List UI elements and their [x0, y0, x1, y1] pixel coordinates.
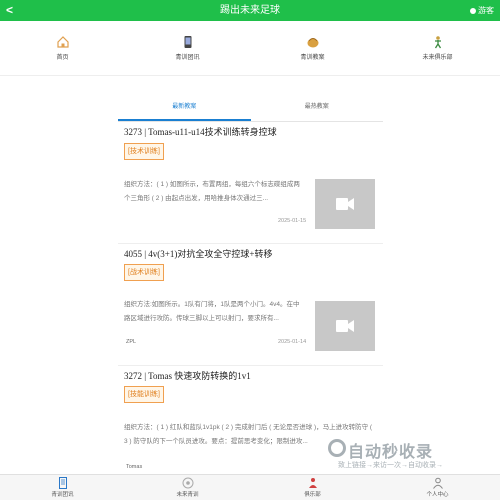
- card-title: 4055 | 4v(3+1)对抗全攻全守控球+转移: [124, 249, 273, 259]
- user-icon: [432, 477, 443, 489]
- list-item[interactable]: 3273 | Tomas-u11-u14技术训练转身控球 [技术训练] 组织方法…: [118, 122, 383, 244]
- card-title: 3273 | Tomas-u11-u14技术训练转身控球: [124, 127, 277, 137]
- video-icon: [336, 320, 354, 332]
- home-icon: [56, 36, 69, 48]
- ball-icon: [182, 477, 193, 489]
- category-badge: [战术训练]: [124, 264, 164, 281]
- bottom-tab-label: 俱乐部: [304, 492, 321, 498]
- bottom-tab-label: 个人中心: [426, 492, 449, 498]
- tab-hottest[interactable]: 最热教案: [251, 94, 384, 121]
- bottom-tab-label: 青训团讯: [51, 492, 74, 498]
- list-item[interactable]: 4055 | 4v(3+1)对抗全攻全守控球+转移 [战术训练] 组织方法:如图…: [118, 244, 383, 366]
- watermark: 自动秒收录 致上链接→来访一次→自动收录→: [328, 438, 488, 476]
- plan-tabs: 最新教案 最热教案: [118, 94, 383, 122]
- bottom-tab-club[interactable]: 俱乐部: [250, 475, 375, 500]
- category-nav: 首页 青训团讯 青训教案 未来俱乐部: [0, 21, 500, 76]
- video-thumbnail[interactable]: [315, 179, 375, 229]
- nav-item-label: 青训教案: [300, 55, 325, 61]
- bottom-tab-news[interactable]: 青训团讯: [0, 475, 125, 500]
- bottom-tab-profile[interactable]: 个人中心: [375, 475, 500, 500]
- bottom-tab-label: 未来青训: [176, 492, 199, 498]
- nav-item-home[interactable]: 首页: [0, 21, 125, 75]
- player-icon: [434, 36, 441, 49]
- nav-item-club[interactable]: 未来俱乐部: [375, 21, 500, 75]
- phone-icon: [184, 36, 191, 48]
- nav-item-label: 未来俱乐部: [422, 55, 453, 61]
- user-icon: [470, 7, 476, 14]
- page-title: 踢出未来足球: [220, 5, 280, 16]
- top-bar: < 踢出未来足球 游客: [0, 0, 500, 21]
- doc-icon: [58, 477, 67, 489]
- guest-button[interactable]: 游客: [470, 0, 494, 21]
- card-description: 组织方法：( 1 ) 如图所示，布置两组，每组六个标志碟组成两个三角形 ( 2 …: [124, 181, 300, 202]
- basket-icon: [307, 38, 318, 48]
- bottom-tab-bar: 青训团讯 未来青训 俱乐部 个人中心: [0, 474, 500, 500]
- card-date: 2025-01-14: [278, 339, 307, 345]
- watermark-text: 自动秒收录: [348, 444, 434, 461]
- nav-item-label: 首页: [56, 55, 69, 61]
- card-author: Tomas: [126, 464, 143, 470]
- card-date: 2025-01-15: [278, 218, 307, 224]
- video-thumbnail[interactable]: [315, 301, 375, 351]
- nav-item-news[interactable]: 青训团讯: [125, 21, 250, 75]
- watermark-logo-icon: [328, 439, 346, 457]
- video-icon: [336, 198, 354, 210]
- card-title: 3272 | Tomas 快速攻防转换的1v1: [124, 371, 251, 381]
- club-icon: [308, 478, 317, 488]
- category-badge: [技术训练]: [124, 143, 164, 160]
- tab-latest[interactable]: 最新教案: [118, 94, 251, 121]
- category-badge: [技能训练]: [124, 386, 164, 403]
- plan-list: 3273 | Tomas-u11-u14技术训练转身控球 [技术训练] 组织方法…: [118, 122, 383, 476]
- nav-item-label: 青训团讯: [175, 55, 200, 61]
- watermark-subtext: 致上链接→来访一次→自动收录→: [338, 462, 443, 469]
- card-description: 组织方法:如图所示。1队有门将，1队是两个小门。4v4。在中路区域进行攻防。传球…: [124, 301, 300, 322]
- card-author: ZPL: [126, 339, 137, 345]
- nav-item-plans[interactable]: 青训教案: [250, 21, 375, 75]
- guest-label: 游客: [478, 6, 494, 15]
- bottom-tab-training[interactable]: 未来青训: [125, 475, 250, 500]
